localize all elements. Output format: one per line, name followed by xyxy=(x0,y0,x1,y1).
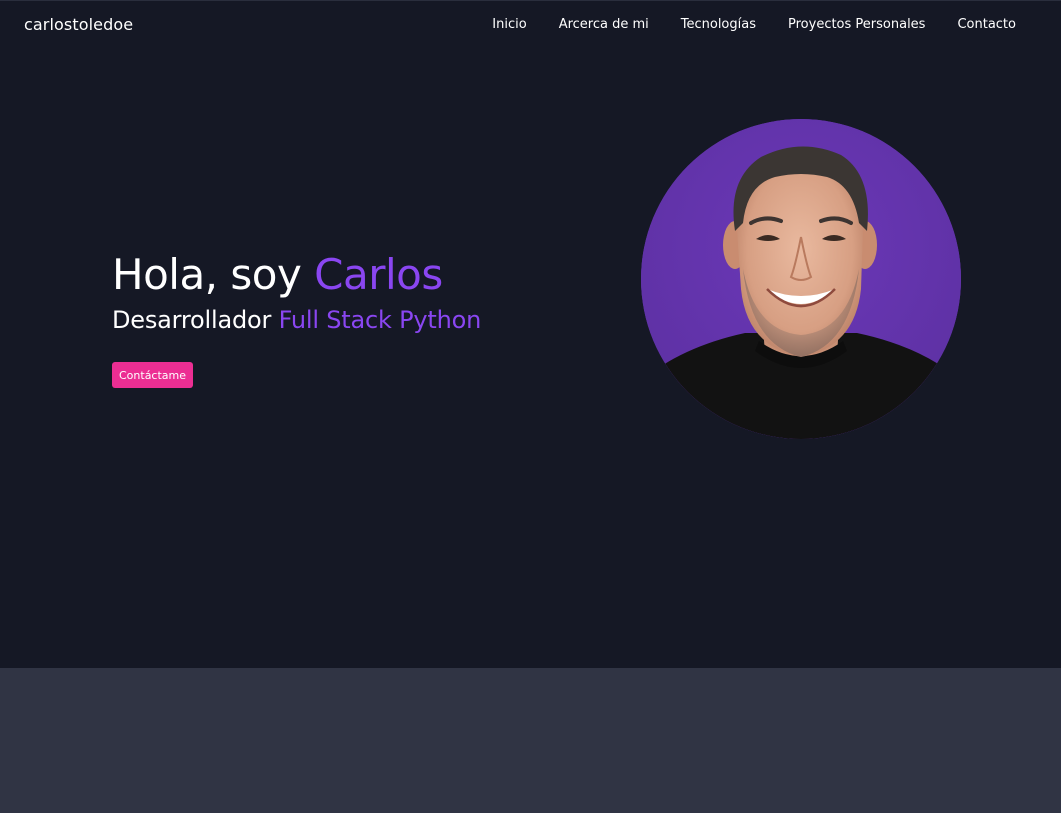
hero-name: Carlos xyxy=(314,250,443,299)
hero-section: Hola, soy Carlos Desarrollador Full Stac… xyxy=(0,47,1061,668)
hero-text: Hola, soy Carlos Desarrollador Full Stac… xyxy=(112,249,481,388)
contact-button[interactable]: Contáctame xyxy=(112,362,194,388)
nav-link-proyectos[interactable]: Proyectos Personales xyxy=(788,17,925,32)
hero-greeting: Hola, soy xyxy=(112,250,315,299)
nav-links: Inicio Arcerca de mi Tecnologías Proyect… xyxy=(460,17,1016,32)
avatar-portrait-image xyxy=(641,119,961,439)
nav-link-inicio[interactable]: Inicio xyxy=(492,17,526,32)
nav-link-tecnologias[interactable]: Tecnologías xyxy=(681,17,756,32)
hero-subtitle: Desarrollador Full Stack Python xyxy=(112,305,481,335)
avatar xyxy=(641,119,961,439)
hero-title: Hola, soy Carlos xyxy=(112,249,481,301)
brand-link[interactable]: carlostoledoe xyxy=(24,15,133,34)
navbar: carlostoledoe Inicio Arcerca de mi Tecno… xyxy=(0,0,1061,47)
nav-link-acerca[interactable]: Arcerca de mi xyxy=(559,17,649,32)
next-section xyxy=(0,668,1061,813)
hero-role-highlight: Full Stack Python xyxy=(278,306,482,334)
hero-role-prefix: Desarrollador xyxy=(112,306,279,334)
nav-link-contacto[interactable]: Contacto xyxy=(957,17,1016,32)
